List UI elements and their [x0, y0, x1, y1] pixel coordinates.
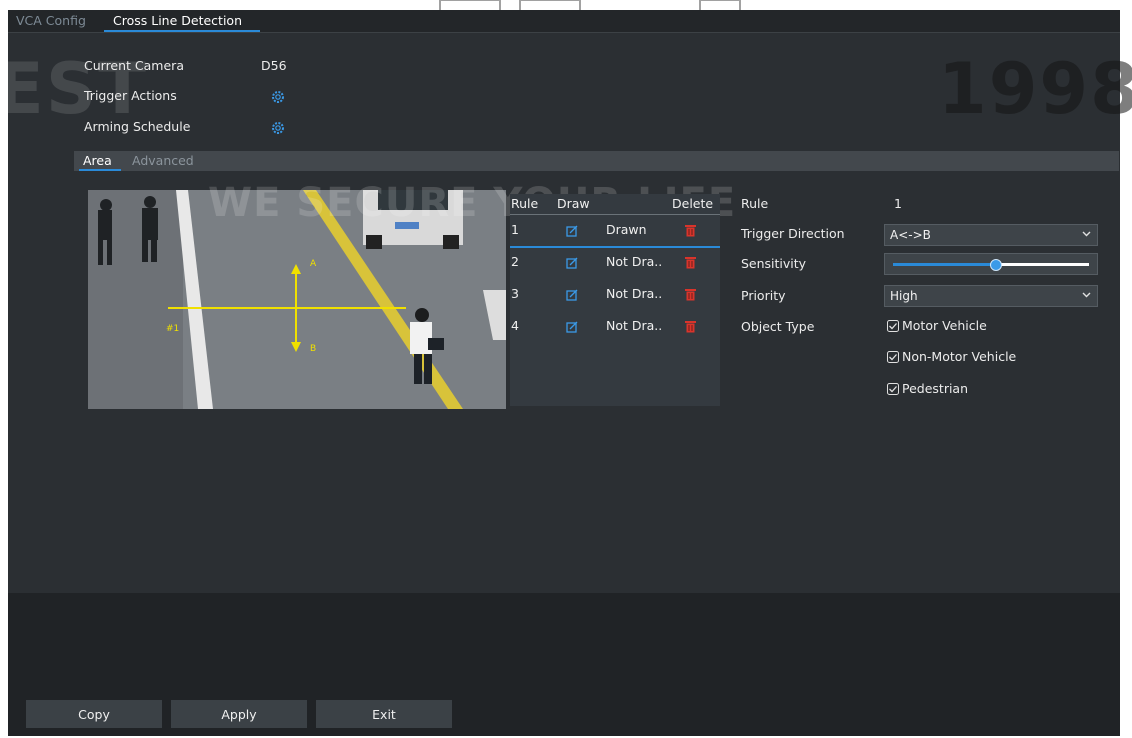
priority-select[interactable]: High	[884, 285, 1098, 307]
apply-button[interactable]: Apply	[171, 700, 307, 728]
slider-thumb[interactable]	[989, 259, 1002, 271]
rule-label: Rule	[741, 196, 769, 211]
draw-column-header: Draw	[557, 196, 590, 211]
header-divider	[510, 214, 720, 215]
table-row[interactable]: 1 Drawn	[510, 218, 720, 246]
non-motor-vehicle-checkbox[interactable]: Non-Motor Vehicle	[887, 349, 1016, 364]
tab-advanced[interactable]: Advanced	[132, 153, 194, 168]
draw-status: Not Dra..	[606, 318, 663, 333]
checkbox-label: Non-Motor Vehicle	[902, 349, 1017, 364]
trigger-direction-select[interactable]: A<->B	[884, 224, 1098, 246]
rule-number: 3	[511, 286, 519, 301]
sub-tab-bar: Area Advanced	[74, 151, 1119, 171]
watermark-year: 1998	[938, 48, 1132, 130]
trigger-actions-label: Trigger Actions	[84, 88, 177, 103]
checkbox-checked-icon	[887, 319, 899, 332]
chevron-down-icon	[1082, 292, 1091, 298]
motor-vehicle-checkbox[interactable]: Motor Vehicle	[887, 318, 987, 333]
checkbox-checked-icon	[887, 350, 899, 363]
line-label: #1	[166, 324, 180, 334]
chevron-down-icon	[1082, 231, 1091, 237]
priority-label: Priority	[741, 288, 786, 303]
rule-table: Rule Draw Delete 1 Drawn 2 Not Dra.. 3 N…	[510, 194, 720, 406]
rule-column-header: Rule	[511, 196, 539, 211]
selected-row-underline	[510, 246, 720, 248]
trash-icon[interactable]	[685, 256, 696, 269]
edit-icon[interactable]	[566, 289, 578, 301]
trigger-direction-label: Trigger Direction	[741, 226, 845, 241]
exit-button[interactable]: Exit	[316, 700, 452, 728]
table-row[interactable]: 3 Not Dra..	[510, 282, 720, 310]
edit-icon[interactable]	[566, 257, 578, 269]
object-type-label: Object Type	[741, 319, 815, 334]
draw-status: Drawn	[606, 222, 647, 237]
sensitivity-slider[interactable]	[884, 253, 1098, 275]
delete-column-header: Delete	[672, 196, 714, 211]
checkbox-label: Motor Vehicle	[902, 318, 987, 333]
draw-status: Not Dra..	[606, 254, 663, 269]
checkbox-checked-icon	[887, 382, 899, 395]
top-tab-bar: VCA Config Cross Line Detection	[8, 10, 1120, 33]
vca-config-window: VCA Config Cross Line Detection EST 1998…	[0, 10, 1132, 736]
slider-fill	[893, 263, 995, 266]
tab-vca-config[interactable]: VCA Config	[16, 13, 86, 28]
priority-value: High	[890, 289, 918, 303]
edit-icon[interactable]	[566, 225, 578, 237]
trash-icon[interactable]	[685, 320, 696, 333]
area-tab-underline	[79, 169, 121, 171]
current-camera-label: Current Camera	[84, 58, 184, 73]
trigger-direction-value: A<->B	[890, 228, 931, 242]
arming-schedule-gear-icon[interactable]	[271, 121, 285, 135]
trash-icon[interactable]	[685, 288, 696, 301]
active-tab-underline	[104, 30, 260, 32]
pedestrian-checkbox[interactable]: Pedestrian	[887, 381, 968, 396]
rule-number: 2	[511, 254, 519, 269]
trigger-actions-gear-icon[interactable]	[271, 90, 285, 104]
sensitivity-label: Sensitivity	[741, 256, 807, 271]
rule-number: 4	[511, 318, 519, 333]
rule-value: 1	[894, 196, 902, 211]
rule-number: 1	[511, 222, 519, 237]
tab-area[interactable]: Area	[83, 153, 112, 168]
trash-icon[interactable]	[685, 224, 696, 237]
current-camera-value: D56	[261, 58, 287, 73]
table-row[interactable]: 2 Not Dra..	[510, 250, 720, 278]
tab-cross-line-detection[interactable]: Cross Line Detection	[113, 13, 242, 28]
draw-status: Not Dra..	[606, 286, 663, 301]
side-b-label: B	[310, 344, 317, 354]
checkbox-label: Pedestrian	[902, 381, 969, 396]
arming-schedule-label: Arming Schedule	[84, 119, 191, 134]
copy-button[interactable]: Copy	[26, 700, 162, 728]
table-row[interactable]: 4 Not Dra..	[510, 314, 720, 342]
side-a-label: A	[310, 259, 317, 269]
edit-icon[interactable]	[566, 321, 578, 333]
